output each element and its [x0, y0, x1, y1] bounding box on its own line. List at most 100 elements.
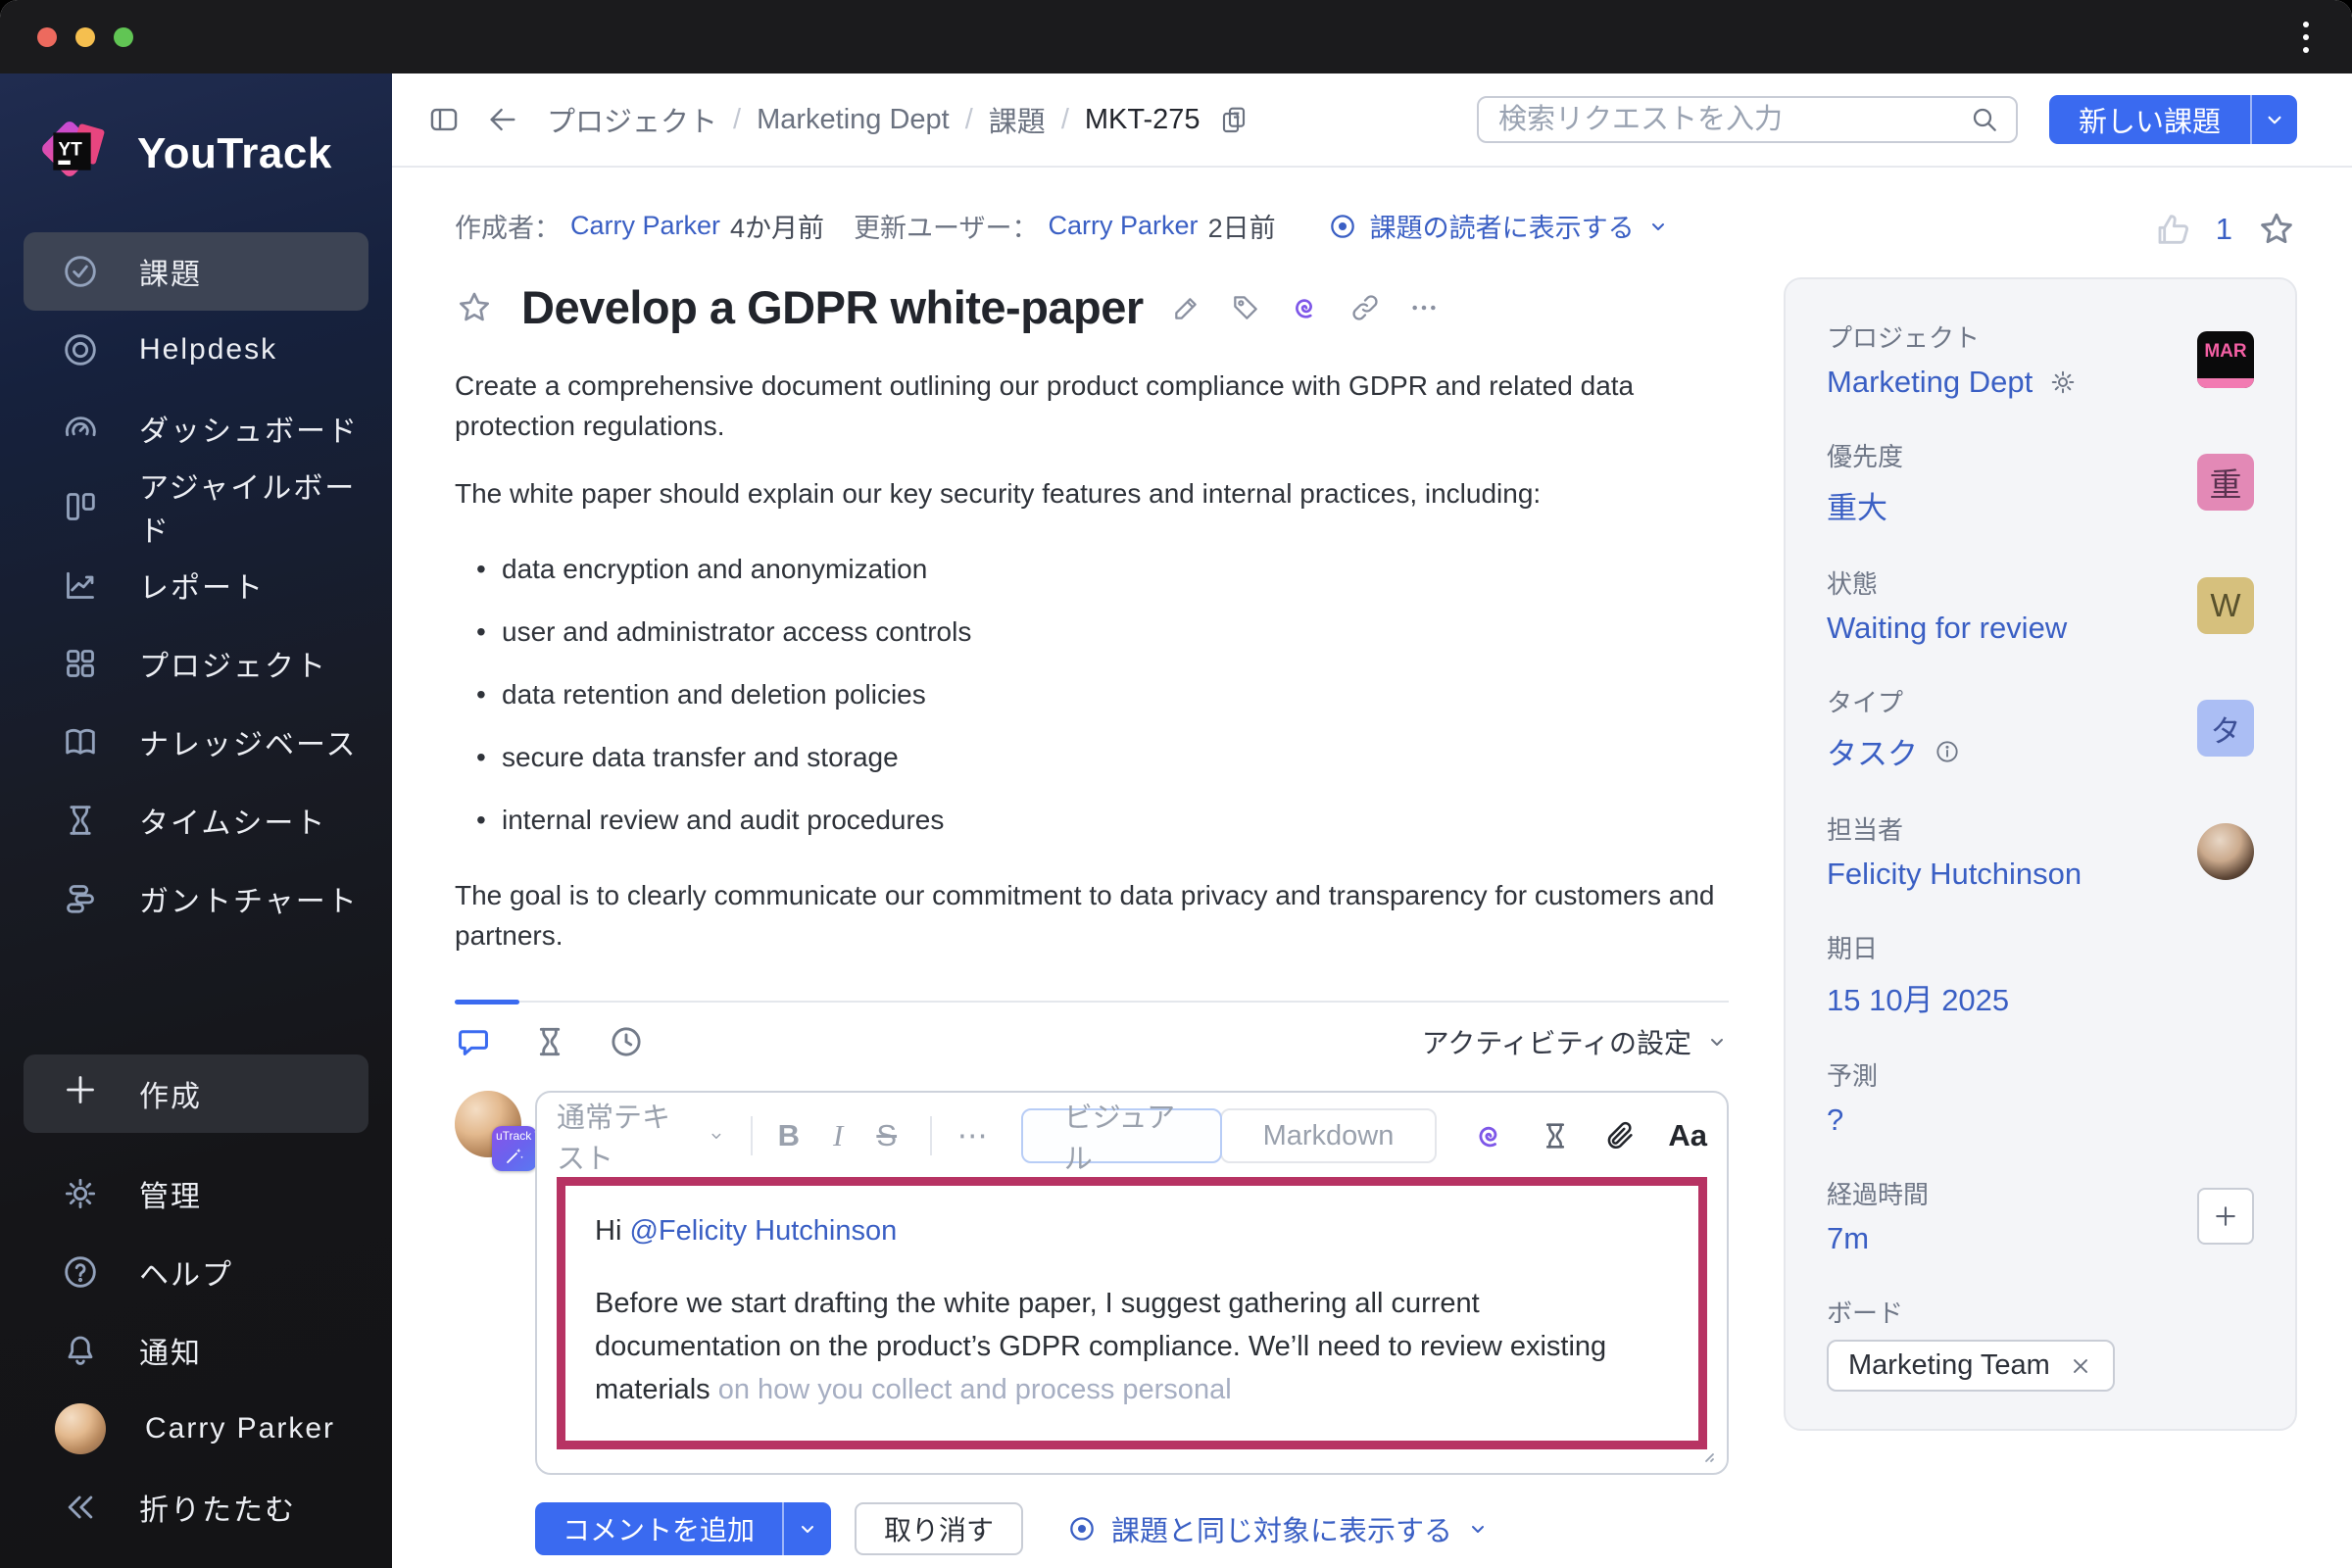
italic-button[interactable]: I	[833, 1118, 843, 1153]
ai-assistant-badge[interactable]: uTrack T	[492, 1126, 537, 1171]
attach-file-icon[interactable]	[1603, 1119, 1637, 1152]
field-priority: 優先度 重大 重	[1827, 437, 2254, 527]
project-badge[interactable]: MAR	[2197, 330, 2254, 388]
tab-history[interactable]	[608, 1023, 645, 1060]
strikethrough-button[interactable]: S	[876, 1118, 897, 1153]
copy-id-icon[interactable]	[1218, 104, 1250, 135]
sidebar-item-help[interactable]: ヘルプ	[24, 1233, 368, 1311]
sidebar-item-administration[interactable]: 管理	[24, 1154, 368, 1233]
toggle-panel-icon[interactable]	[427, 103, 461, 136]
type-value-link[interactable]: タスク	[1827, 729, 1918, 773]
tab-markdown-editor[interactable]: Markdown	[1219, 1108, 1438, 1163]
more-actions-icon[interactable]	[1408, 292, 1440, 323]
sidebar-footer: 作成 管理 ヘルプ 通知 Carry Parker 折りたたむ	[0, 1054, 392, 1568]
back-arrow-icon[interactable]	[486, 103, 519, 136]
paragraph-style-dropdown[interactable]: 通常テキスト	[557, 1095, 725, 1177]
sidebar-item-issues[interactable]: 課題	[24, 232, 368, 311]
link-icon[interactable]	[1349, 292, 1381, 323]
sidebar-item-knowledge-base[interactable]: ナレッジベース	[24, 703, 368, 781]
cancel-button[interactable]: 取り消す	[855, 1502, 1024, 1555]
add-comment-dropdown[interactable]	[782, 1502, 832, 1555]
user-mention-link[interactable]: @Felicity Hutchinson	[629, 1215, 897, 1247]
remove-board-icon[interactable]	[2068, 1353, 2093, 1379]
activity-settings-dropdown[interactable]: アクティビティの設定	[1422, 1022, 1729, 1061]
created-label: 作成者：	[455, 214, 561, 243]
project-settings-gear-icon[interactable]	[2048, 368, 2078, 397]
sidebar-item-helpdesk[interactable]: Helpdesk	[24, 311, 368, 389]
window-controls	[37, 26, 133, 47]
priority-value-link[interactable]: 重大	[1827, 483, 1887, 527]
minimize-window-button[interactable]	[75, 26, 95, 47]
ai-assistant-icon[interactable]	[1472, 1118, 1507, 1153]
tab-spent-time[interactable]	[531, 1023, 568, 1060]
close-window-button[interactable]	[37, 26, 57, 47]
visibility-dropdown[interactable]: 課題の読者に表示する	[1327, 207, 1670, 245]
chevron-down-icon	[1651, 222, 1664, 230]
breadcrumb-projects[interactable]: プロジェクト	[547, 99, 717, 140]
sidebar-item-agile-boards[interactable]: アジャイルボード	[24, 467, 368, 548]
info-icon[interactable]	[1934, 738, 1961, 765]
ai-assistant-icon[interactable]	[1289, 291, 1322, 324]
create-button[interactable]: 作成	[24, 1054, 368, 1133]
search-icon[interactable]	[1969, 104, 2000, 135]
assignee-value-link[interactable]: Felicity Hutchinson	[1827, 857, 2082, 892]
text-size-button[interactable]: Aa	[1668, 1118, 1707, 1153]
book-icon	[61, 722, 100, 761]
comment-editor: 通常テキスト B I S ⋯ ビジュアル Markdown Aa Hi @Fel…	[535, 1091, 1729, 1475]
add-comment-button[interactable]: コメントを追加	[535, 1502, 783, 1555]
breadcrumb-project-name[interactable]: Marketing Dept	[757, 104, 950, 136]
state-value-link[interactable]: Waiting for review	[1827, 611, 2067, 646]
sidebar-item-notifications[interactable]: 通知	[24, 1311, 368, 1390]
zoom-window-button[interactable]	[114, 26, 133, 47]
add-spent-time-plus-button[interactable]	[2197, 1187, 2254, 1245]
type-badge[interactable]: タ	[2197, 700, 2254, 757]
due-date-value-link[interactable]: 15 10月 2025	[1827, 975, 2009, 1019]
sidebar-item-dashboards[interactable]: ダッシュボード	[24, 389, 368, 467]
votes-count: 1	[2215, 212, 2232, 246]
sidebar-user-profile[interactable]: Carry Parker	[24, 1390, 368, 1468]
project-value-link[interactable]: Marketing Dept	[1827, 365, 2033, 400]
assignee-avatar[interactable]	[2197, 822, 2254, 880]
breadcrumb-issues[interactable]: 課題	[989, 99, 1046, 140]
spent-time-value-link[interactable]: 7m	[1827, 1221, 1869, 1256]
sidebar-collapse-button[interactable]: 折りたたむ	[24, 1468, 368, 1546]
bell-icon	[61, 1331, 100, 1370]
edit-title-icon[interactable]	[1171, 292, 1202, 323]
field-spent-time: 経過時間 7m	[1827, 1175, 2254, 1256]
editor-toolbar: 通常テキスト B I S ⋯ ビジュアル Markdown Aa	[557, 1102, 1707, 1175]
priority-badge[interactable]: 重	[2197, 454, 2254, 511]
description-paragraph: The white paper should explain our key s…	[455, 478, 1542, 509]
updater-link[interactable]: Carry Parker	[1049, 211, 1199, 241]
sidebar-item-projects[interactable]: プロジェクト	[24, 624, 368, 703]
sidebar-item-timesheets[interactable]: タイムシート	[24, 781, 368, 859]
collapse-label: 折りたたむ	[139, 1494, 296, 1527]
app-logo[interactable]: YT YouTrack	[0, 74, 392, 193]
tag-icon[interactable]	[1230, 292, 1261, 323]
add-work-time-icon[interactable]	[1539, 1119, 1572, 1152]
creator-link[interactable]: Carry Parker	[570, 211, 720, 241]
sidebar-item-reports[interactable]: レポート	[24, 546, 368, 624]
search-input[interactable]	[1497, 103, 1969, 136]
tab-visual-editor[interactable]: ビジュアル	[1020, 1102, 1222, 1175]
board-tag[interactable]: Marketing Team	[1827, 1340, 2115, 1392]
new-issue-dropdown[interactable]	[2250, 95, 2297, 144]
star-watch-icon[interactable]	[2256, 209, 2297, 250]
gauge-icon	[61, 409, 100, 448]
comment-input[interactable]: Hi @Felicity Hutchinson Before we start …	[557, 1177, 1707, 1449]
tab-comments[interactable]	[455, 1023, 492, 1060]
thumbs-up-icon[interactable]	[2153, 210, 2192, 249]
window-menu-icon[interactable]	[2297, 16, 2315, 59]
bold-button[interactable]: B	[778, 1118, 800, 1153]
list-item: user and administrator access controls	[455, 612, 1729, 652]
estimation-value-link[interactable]: ?	[1827, 1102, 1843, 1138]
state-badge[interactable]: W	[2197, 576, 2254, 634]
new-issue-button[interactable]: 新しい課題	[2048, 95, 2250, 144]
youtrack-logo-icon: YT	[35, 115, 114, 193]
sidebar-item-gantt-charts[interactable]: ガントチャート	[24, 859, 368, 938]
breadcrumb-separator	[717, 104, 757, 136]
list-item: data encryption and anonymization	[455, 549, 1729, 589]
star-issue-icon[interactable]	[455, 288, 494, 327]
more-formatting-button[interactable]: ⋯	[957, 1118, 988, 1153]
comment-visibility-dropdown[interactable]: 課題と同じ対象に表示する	[1066, 1508, 1490, 1549]
resize-handle[interactable]	[1693, 1442, 1717, 1465]
